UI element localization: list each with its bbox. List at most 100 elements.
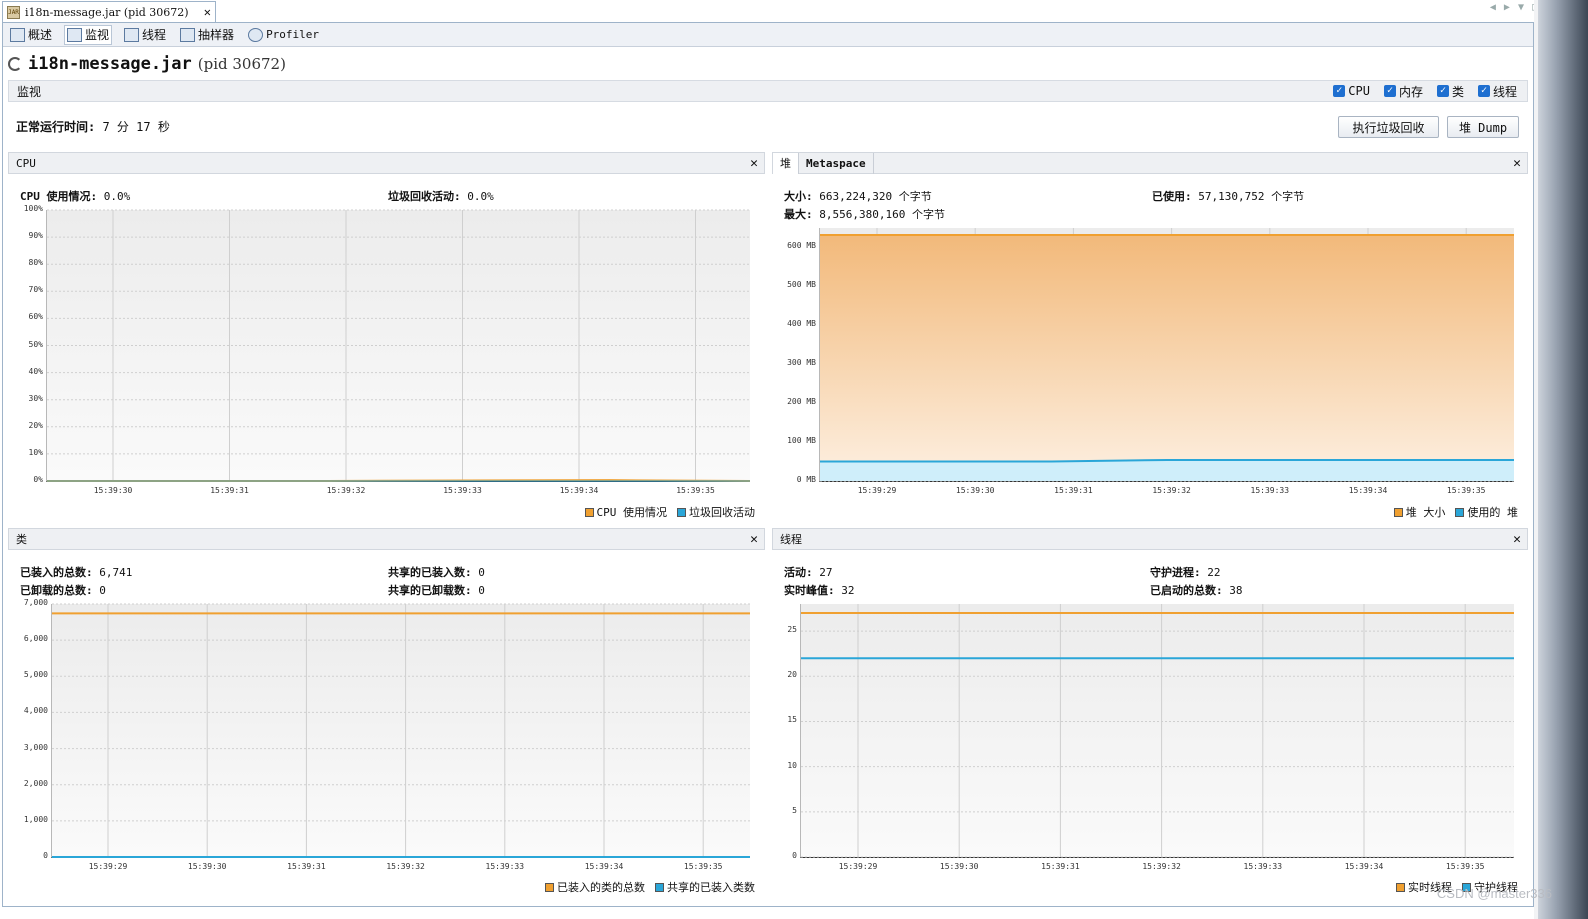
cpu-usage-value: 0.0% <box>103 190 131 203</box>
tab-monitor[interactable]: 监视 <box>64 24 113 45</box>
overview-icon <box>10 27 25 42</box>
tab-monitor-label: 监视 <box>85 28 110 42</box>
legend-swatch <box>655 882 664 892</box>
checkbox-classes[interactable]: ✓ 类 <box>1436 83 1464 100</box>
check-icon: ✓ <box>1436 85 1449 97</box>
checkbox-cpu[interactable]: ✓ CPU <box>1333 83 1370 100</box>
y-tick-label: 20 <box>787 670 797 680</box>
x-tick-label: 15:39:35 <box>1446 486 1486 495</box>
x-tick-label: 15:39:29 <box>838 862 878 871</box>
scroll-left-icon[interactable]: ◀ <box>1490 2 1496 13</box>
legend-label: 使用的 堆 <box>1467 506 1518 519</box>
cpu-legend: CPU 使用情况 垃圾回收活动 <box>584 504 755 520</box>
legend-item: CPU 使用情况 <box>584 504 667 520</box>
tab-profiler[interactable]: Profiler <box>246 25 321 45</box>
y-tick-label: 10% <box>28 447 43 457</box>
threads-panel-title: 线程 <box>780 533 802 546</box>
threads-peak-stat: 实时峰值: 32 <box>784 582 855 598</box>
x-tick-label: 15:39:33 <box>485 862 525 871</box>
classes-loaded-stat: 已装入的总数: 6,741 <box>20 564 132 580</box>
heap-legend: 堆 大小 使用的 堆 <box>1393 504 1518 520</box>
threads-peak-value: 32 <box>841 584 855 597</box>
dropdown-icon[interactable]: ▼ <box>1518 2 1524 13</box>
tab-heap[interactable]: 堆 <box>773 152 799 174</box>
classes-unloaded-stat: 已卸载的总数: 0 <box>20 582 106 598</box>
y-tick-label: 3,000 <box>23 742 48 752</box>
threads-live-value: 27 <box>819 566 833 579</box>
classes-unloaded-value: 0 <box>99 584 106 597</box>
editor-tab[interactable]: JAR i18n-message.jar (pid 30672) ✕ <box>2 1 216 22</box>
close-icon[interactable]: ✕ <box>750 532 758 547</box>
threads-daemon-stat: 守护进程: 22 <box>1150 564 1221 580</box>
y-tick-label: 90% <box>28 231 43 241</box>
classes-loaded-value: 6,741 <box>99 566 133 579</box>
check-icon: ✓ <box>1333 85 1346 97</box>
legend-label: 已装入的类的总数 <box>557 881 645 894</box>
app-name: i18n-message.jar <box>28 54 192 74</box>
y-tick-label: 1,000 <box>23 814 48 824</box>
tab-sampler[interactable]: 抽样器 <box>178 25 236 45</box>
visualvm-window: { "editor_tab": {"icon": "jar-icon", "ti… <box>0 0 1588 919</box>
checkbox-threads[interactable]: ✓ 线程 <box>1477 83 1517 100</box>
y-tick-label: 100 MB <box>787 436 816 446</box>
classes-loaded-key: 已装入的总数: <box>20 566 93 579</box>
x-tick-label: 15:39:34 <box>1348 486 1388 495</box>
tab-threads-label: 线程 <box>142 28 167 42</box>
shared-loaded-value: 0 <box>478 566 485 579</box>
heap-used-area <box>820 459 1514 481</box>
tab-overview[interactable]: 概述 <box>8 25 54 45</box>
heap-dump-button[interactable]: 堆 Dump <box>1447 116 1519 138</box>
x-tick-label: 15:39:31 <box>1054 486 1093 495</box>
gc-activity-stat: 垃圾回收活动: 0.0% <box>388 188 494 204</box>
threads-svg <box>801 604 1514 858</box>
gc-activity-value: 0.0% <box>467 190 494 203</box>
loading-icon <box>8 57 22 71</box>
close-icon[interactable]: ✕ <box>1513 532 1521 547</box>
y-tick-label: 5,000 <box>23 670 48 680</box>
tab-metaspace[interactable]: Metaspace <box>799 152 874 174</box>
x-tick-label: 15:39:34 <box>1344 862 1384 871</box>
threads-peak-key: 实时峰值: <box>784 584 835 597</box>
scroll-right-icon[interactable]: ▶ <box>1504 2 1510 13</box>
y-tick-label: 0 MB <box>796 475 816 484</box>
y-tick-label: 70% <box>28 285 43 295</box>
shared-loaded-key: 共享的已装入数: <box>388 566 472 579</box>
checkbox-threads-label: 线程 <box>1492 84 1517 99</box>
legend-swatch <box>677 507 686 517</box>
y-tick-label: 0 <box>792 851 797 860</box>
close-icon[interactable]: ✕ <box>204 5 211 19</box>
y-tick-label: 10 <box>787 760 797 770</box>
page-title: i18n-message.jar (pid 30672) <box>8 54 286 74</box>
threads-live-key: 活动: <box>784 566 813 579</box>
y-tick-label: 80% <box>28 258 43 268</box>
x-tick-label: 15:39:33 <box>443 486 482 495</box>
legend-label: 垃圾回收活动 <box>689 506 755 519</box>
app-pid: (pid 30672) <box>197 55 286 73</box>
shared-loaded-stat: 共享的已装入数: 0 <box>388 564 485 580</box>
legend-swatch <box>584 507 594 517</box>
gc-button[interactable]: 执行垃圾回收 <box>1338 116 1439 138</box>
x-tick-label: 15:39:30 <box>187 862 227 871</box>
heap-size-value: 663,224,320 个字节 <box>819 190 932 203</box>
y-tick-label: 400 MB <box>787 319 816 329</box>
classes-unloaded-key: 已卸载的总数: <box>20 584 93 597</box>
tab-threads[interactable]: 线程 <box>122 25 168 45</box>
checkbox-memory[interactable]: ✓ 内存 <box>1383 83 1423 100</box>
y-tick-label: 5 <box>792 805 797 815</box>
legend-swatch <box>1396 882 1405 892</box>
heap-size-stat: 大小: 663,224,320 个字节 <box>784 188 932 204</box>
profiler-icon <box>248 27 264 42</box>
view-tabs: 概述 监视 线程 抽样器 Profiler <box>2 23 1534 47</box>
monitor-checkboxes: ✓ CPU ✓ 内存 ✓ 类 ✓ 线程 <box>1333 83 1517 100</box>
y-tick-label: 100% <box>23 204 43 213</box>
cpu-usage-key: CPU 使用情况: <box>20 190 98 203</box>
classes-svg <box>52 603 750 858</box>
x-tick-label: 15:39:35 <box>676 486 715 495</box>
close-icon[interactable]: ✕ <box>750 156 758 171</box>
heap-svg <box>820 228 1514 482</box>
close-icon[interactable]: ✕ <box>1513 156 1521 171</box>
classes-chart: 0 1,000 2,000 3,000 4,000 5,000 6,000 7,000 15:3… <box>24 598 750 871</box>
x-tick-label: 15:39:29 <box>857 486 897 495</box>
tab-profiler-label: Profiler <box>266 28 320 41</box>
check-icon: ✓ <box>1383 85 1396 97</box>
